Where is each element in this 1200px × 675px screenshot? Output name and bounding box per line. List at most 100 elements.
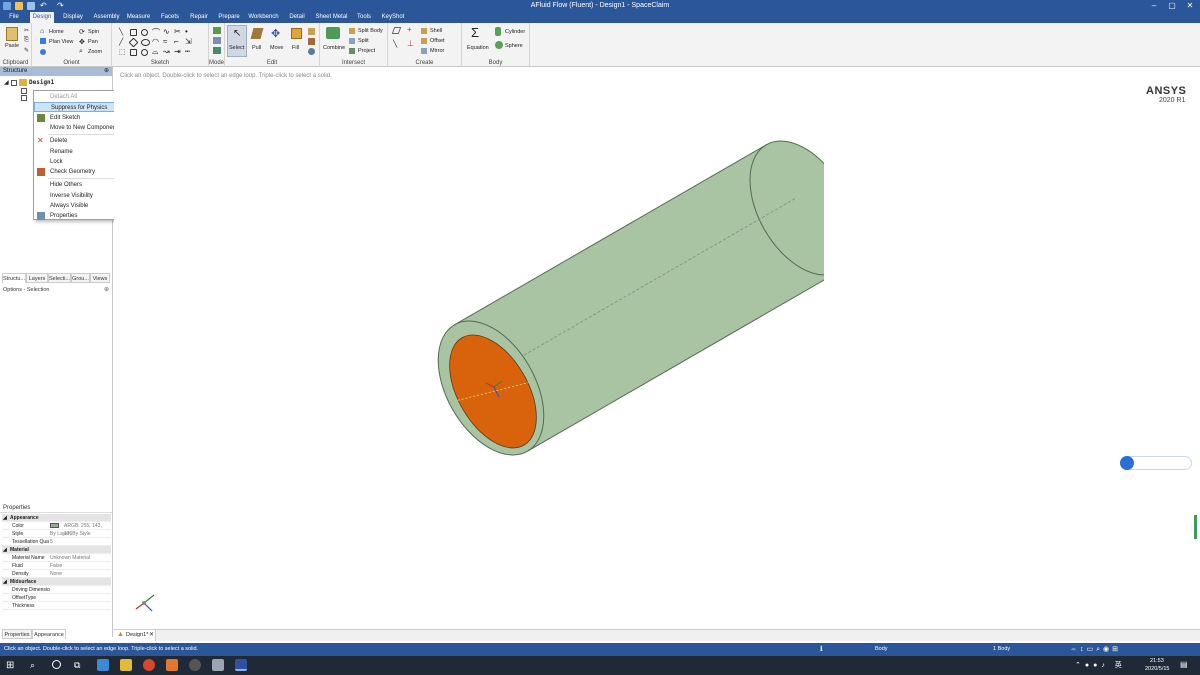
menu-keyshot[interactable]: KeyShot <box>380 12 406 23</box>
start-icon[interactable]: ⊞ <box>6 660 14 671</box>
tangent-line-icon[interactable]: ╱ <box>119 38 123 46</box>
paste-button[interactable]: Paste <box>5 43 19 49</box>
shell-button[interactable]: Shell <box>430 28 442 34</box>
design-tab[interactable]: ▲ Design1* ✕ <box>114 630 156 641</box>
combine-button[interactable]: Combine <box>323 45 345 51</box>
ime-logo-icon[interactable] <box>1120 456 1134 470</box>
menu-tools[interactable]: Tools <box>354 12 374 23</box>
3d-viewport[interactable]: Click an object. Double-click to select … <box>114 67 1200 629</box>
extend-icon[interactable]: ⇥ <box>174 47 181 56</box>
cortana-icon[interactable] <box>52 660 61 669</box>
construction-line-icon[interactable]: ┅ <box>185 47 190 56</box>
menu-detail[interactable]: Detail <box>286 12 308 23</box>
project-icon[interactable]: ⇲ <box>185 37 192 46</box>
info-icon[interactable]: ℹ <box>820 645 823 653</box>
clock-date[interactable]: 2020/5/15 <box>1145 666 1169 672</box>
menu-sheet-metal[interactable]: Sheet Metal <box>315 12 348 23</box>
property-section[interactable]: Appearance ◢ <box>2 514 111 522</box>
collapse-icon[interactable]: ◢ <box>3 578 7 586</box>
menu-file[interactable]: File <box>2 12 26 23</box>
polygon-icon[interactable] <box>128 37 139 48</box>
property-section[interactable]: Material ◢ <box>2 546 111 554</box>
format-icon[interactable]: ✎ <box>24 47 29 54</box>
taskbar-spaceclaim[interactable] <box>235 659 247 671</box>
system-tray-icons[interactable]: ⌃●●♪ 英 <box>1075 660 1126 670</box>
collapse-icon[interactable]: ◢ <box>3 546 7 554</box>
tree-expander-icon[interactable]: ◢ <box>4 79 9 86</box>
select-button[interactable]: Select <box>229 45 244 51</box>
taskbar-app-4[interactable] <box>166 659 178 671</box>
edit-extra-icon-2[interactable] <box>308 38 315 45</box>
offset-button[interactable]: Offset <box>430 38 445 44</box>
line-icon[interactable]: ╲ <box>119 28 123 36</box>
3d-mode-icon[interactable] <box>213 47 221 54</box>
tree-child-checkbox[interactable] <box>21 88 27 94</box>
trim-icon[interactable]: ✂ <box>174 27 181 36</box>
tab-appearance[interactable]: Appearance <box>32 629 66 639</box>
select-icon[interactable]: ↖ <box>233 28 241 39</box>
close-tab-icon[interactable]: ✕ <box>149 631 154 638</box>
taskbar-workbench[interactable] <box>212 659 224 671</box>
property-row[interactable]: Material Name Unknown Material <box>2 554 111 562</box>
selection-type[interactable]: Body <box>875 646 888 652</box>
fill-button[interactable]: Fill <box>292 45 299 51</box>
mirror-icon[interactable] <box>421 48 427 54</box>
origin-icon[interactable]: ⊥ <box>407 39 414 48</box>
line-create-icon[interactable]: ╲ <box>393 40 397 48</box>
home-button[interactable]: Home <box>49 29 64 35</box>
collapse-icon[interactable]: ◢ <box>3 514 7 522</box>
pull-button[interactable]: Pull <box>252 45 261 51</box>
sketch-mode-icon[interactable] <box>213 27 221 34</box>
ellipse-icon[interactable] <box>141 39 150 46</box>
spin-button[interactable]: Spin <box>88 29 99 35</box>
close-button[interactable]: ✕ <box>1181 0 1199 12</box>
equation-icon[interactable]: Σ <box>471 25 479 40</box>
cylinder-icon[interactable] <box>495 27 501 36</box>
copy-icon[interactable]: ⎘ <box>24 37 29 44</box>
taskbar-app-5[interactable] <box>189 659 201 671</box>
redo-icon[interactable]: ↷ <box>57 0 64 12</box>
mirror-button[interactable]: Mirror <box>430 48 444 54</box>
clock-time[interactable]: 21:53 <box>1150 658 1164 664</box>
three-point-rect-icon[interactable] <box>130 49 137 56</box>
corner-rectangle-icon[interactable]: ⬚ <box>119 48 126 56</box>
circle-icon[interactable] <box>141 29 148 36</box>
pin-icon[interactable]: ⊕ <box>104 67 109 76</box>
cylinder-button[interactable]: Cylinder <box>505 29 525 35</box>
pan-button[interactable]: Pan <box>88 39 98 45</box>
cylinder-model[interactable] <box>404 107 824 467</box>
property-section[interactable]: Midsurface ◢ <box>2 578 111 586</box>
status-tools[interactable]: ⇔↕▭⌕◉⊞ <box>1070 645 1121 654</box>
project-to-body-icon[interactable] <box>349 48 355 54</box>
search-icon[interactable]: ⌕ <box>30 660 35 671</box>
menu-design[interactable]: Design <box>30 12 54 23</box>
tab-layers[interactable]: Layers <box>26 273 48 283</box>
split-body-button[interactable]: Split Body <box>358 28 383 34</box>
tab-properties[interactable]: Properties <box>2 629 32 639</box>
move-icon[interactable]: ✥ <box>271 27 280 40</box>
plane-icon[interactable] <box>391 27 402 34</box>
pull-icon[interactable] <box>250 28 264 39</box>
property-row[interactable]: Style By Layer, By Style <box>2 530 111 538</box>
undo-icon[interactable]: ↶ <box>40 0 47 12</box>
tab-selecti[interactable]: Selecti... <box>48 273 71 283</box>
menu-repair[interactable]: Repair <box>187 12 211 23</box>
move-button[interactable]: Move <box>270 45 283 51</box>
menu-prepare[interactable]: Prepare <box>216 12 242 23</box>
maximize-button[interactable]: ▢ <box>1163 0 1181 12</box>
tab-structu[interactable]: Structu... <box>2 273 26 283</box>
fill-icon[interactable] <box>291 28 302 39</box>
home-icon[interactable]: ⌂ <box>40 28 44 35</box>
tab-grou[interactable]: Grou... <box>71 273 90 283</box>
bend-icon[interactable]: ↝ <box>163 47 170 56</box>
three-point-arc-icon[interactable]: ⌓ <box>152 47 158 57</box>
combine-icon[interactable] <box>326 27 340 39</box>
menu-assembly[interactable]: Assembly <box>92 12 121 23</box>
task-view-icon[interactable]: ⧉ <box>74 660 80 671</box>
spline-icon[interactable]: ∿ <box>163 27 170 36</box>
plan-view-icon[interactable] <box>40 38 46 44</box>
split-icon[interactable] <box>349 38 355 44</box>
property-row[interactable]: Driving Dimensio <box>2 586 111 594</box>
taskbar-app-1[interactable] <box>97 659 109 671</box>
equation-button[interactable]: Equation <box>467 45 489 51</box>
